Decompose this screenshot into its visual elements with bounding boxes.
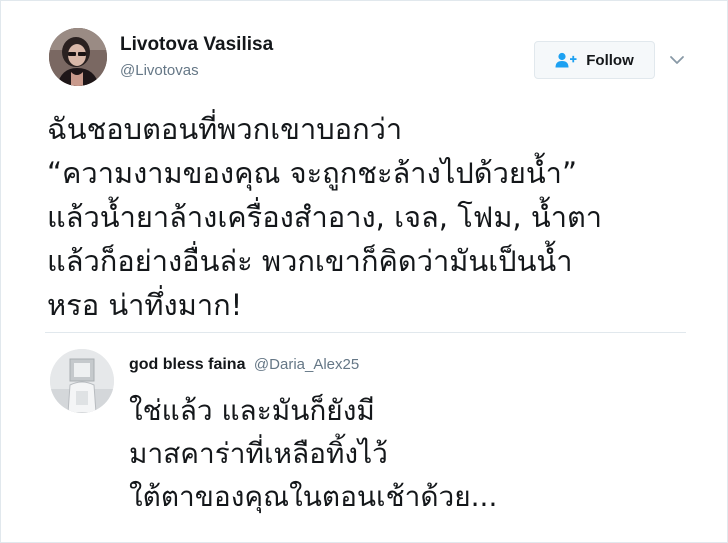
tweet-menu-button[interactable]: [667, 51, 687, 69]
follow-label: Follow: [586, 51, 634, 69]
tweet-text-line: แล้วก็อย่างอื่นล่ะ พวกเขาก็คิดว่ามันเป็น…: [47, 244, 573, 278]
reply-avatar-image: [50, 349, 114, 413]
follow-person-plus-icon: [555, 52, 577, 68]
chevron-down-icon: [670, 56, 684, 64]
tweet-text-line: “ความงามของคุณ จะถูกชะล้างไปด้วยน้ำ”: [47, 156, 577, 190]
reply-text-line: มาสคาร่าที่เหลือทิ้งไว้: [129, 437, 388, 470]
follow-button[interactable]: Follow: [534, 41, 655, 79]
author-avatar[interactable]: [49, 28, 107, 86]
reply-avatar[interactable]: [50, 349, 114, 413]
reply-header: god bless faina @Daria_Alex25: [129, 356, 359, 374]
tweet-text: ฉันชอบตอนที่พวกเขาบอกว่า “ความงามของคุณ …: [47, 107, 717, 327]
author-name[interactable]: Livotova Vasilisa: [120, 34, 273, 56]
reply-text-line: ใต้ตาของคุณในตอนเช้าด้วย...: [129, 480, 498, 513]
author-avatar-image: [49, 28, 107, 86]
reply-text: ใช่แล้ว และมันก็ยังมี มาสคาร่าที่เหลือทิ…: [129, 389, 719, 518]
reply-author-name[interactable]: god bless faina: [129, 356, 245, 373]
reply-author-handle[interactable]: @Daria_Alex25: [254, 356, 359, 373]
tweet-text-line: ฉันชอบตอนที่พวกเขาบอกว่า: [47, 112, 403, 146]
divider: [45, 332, 686, 333]
author-handle[interactable]: @Livotovas: [120, 62, 199, 79]
tweet-card: Livotova Vasilisa @Livotovas Follow ฉันช…: [0, 0, 728, 543]
tweet-text-line: แล้วน้ำยาล้างเครื่องสำอาง, เจล, โฟม, น้ำ…: [47, 200, 603, 234]
tweet-text-line: หรอ น่าทึ่งมาก!: [47, 288, 243, 322]
reply-text-line: ใช่แล้ว และมันก็ยังมี: [129, 394, 375, 427]
